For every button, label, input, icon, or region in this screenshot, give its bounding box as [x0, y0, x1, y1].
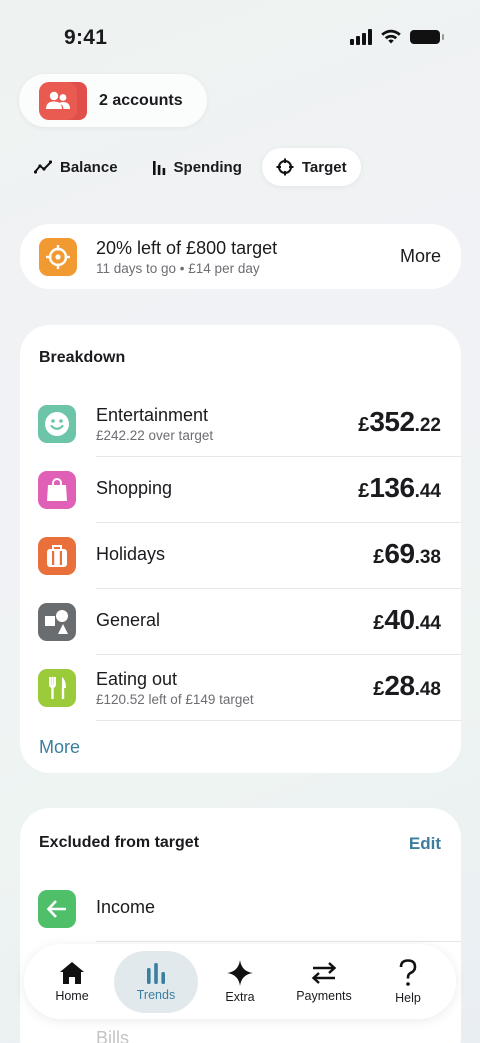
category-name: Entertainment [96, 405, 209, 425]
tab-balance[interactable]: Balance [20, 148, 132, 186]
category-sub: £242.22 over target [96, 428, 214, 443]
category-row-entertainment[interactable]: Entertainment £242.22 over target £352.2… [20, 391, 461, 457]
excluded-name: Income [96, 897, 156, 917]
nav-trends-label: Trends [136, 987, 176, 1002]
trends-icon [147, 962, 165, 984]
category-sub: £120.52 left of £149 target [96, 692, 254, 707]
nav-extra-label: Extra [225, 989, 255, 1004]
category-row-shopping[interactable]: Shopping £136.44 [20, 457, 461, 523]
accounts-switcher[interactable]: 2 accounts [19, 74, 207, 127]
category-row-holidays[interactable]: Holidays £69.38 [20, 523, 461, 589]
wifi-icon [381, 29, 401, 44]
nav-home[interactable]: Home [30, 951, 114, 1013]
category-name: Eating out [96, 669, 178, 689]
category-amount: £136.44 [358, 472, 441, 503]
bar-chart-icon [152, 161, 165, 175]
tab-spending-label: Spending [173, 158, 242, 176]
question-icon [399, 958, 417, 986]
nav-help-label: Help [395, 990, 421, 1005]
tab-spending[interactable]: Spending [138, 148, 256, 186]
category-amount: £352.22 [358, 406, 441, 437]
target-more-link[interactable]: More [400, 246, 441, 267]
target-title: 20% left of £800 target [96, 237, 278, 258]
nav-home-label: Home [55, 988, 89, 1003]
target-summary-card[interactable]: 20% left of £800 target 11 days to go • … [20, 224, 461, 289]
excluded-row-income[interactable]: Income [20, 876, 461, 942]
nav-help[interactable]: Help [366, 951, 450, 1013]
status-time: 9:41 [64, 26, 108, 49]
category-name: Holidays [96, 544, 166, 564]
trend-line-icon [34, 160, 52, 174]
target-text: 20% left of £800 target 11 days to go • … [96, 238, 400, 276]
accounts-icon [39, 81, 89, 120]
row-divider [96, 941, 461, 942]
target-icon [39, 237, 77, 276]
breakdown-heading: Breakdown [39, 349, 126, 366]
home-icon [60, 961, 84, 984]
bottom-nav: Home Trends Extra Payments Help [24, 944, 456, 1019]
category-amount: £40.44 [373, 604, 441, 635]
shopping-bag-icon [38, 471, 76, 509]
category-amount: £28.48 [373, 670, 441, 701]
excluded-heading: Excluded from target [39, 834, 200, 851]
target-subtitle: 11 days to go • £14 per day [96, 260, 260, 276]
category-name: General [96, 610, 161, 630]
accounts-label: 2 accounts [99, 91, 183, 109]
nav-trends[interactable]: Trends [114, 950, 198, 1013]
nav-payments-label: Payments [296, 988, 352, 1003]
nav-payments[interactable]: Payments [282, 951, 366, 1013]
breakdown-more-link[interactable]: More [39, 737, 80, 758]
category-row-eating-out[interactable]: Eating out £120.52 left of £149 target £… [20, 655, 461, 721]
shapes-icon [38, 603, 76, 641]
category-amount: £69.38 [373, 538, 441, 569]
sparkle-icon [227, 959, 253, 986]
row-divider [96, 720, 461, 721]
trends-tabs: Balance Spending Target [20, 148, 361, 186]
excluded-edit-link[interactable]: Edit [409, 834, 441, 854]
breakdown-card: Breakdown Entertainment £242.22 over tar… [20, 325, 461, 773]
obscured-row-label: Bills [96, 1028, 130, 1043]
tab-target-label: Target [301, 158, 347, 176]
battery-icon [410, 30, 444, 44]
arrow-left-icon [38, 890, 76, 928]
category-row-general[interactable]: General £40.44 [20, 589, 461, 655]
suitcase-icon [38, 537, 76, 575]
cutlery-icon [38, 669, 76, 707]
tab-target[interactable]: Target [261, 148, 361, 186]
tab-balance-label: Balance [60, 158, 118, 176]
crosshair-icon [276, 158, 294, 176]
smiley-icon [38, 405, 76, 443]
category-name: Shopping [96, 478, 173, 498]
cellular-signal-icon [350, 29, 372, 45]
status-bar: 9:41 [0, 0, 480, 70]
status-icons [350, 29, 444, 45]
swap-arrows-icon [311, 961, 337, 984]
nav-extra[interactable]: Extra [198, 951, 282, 1013]
